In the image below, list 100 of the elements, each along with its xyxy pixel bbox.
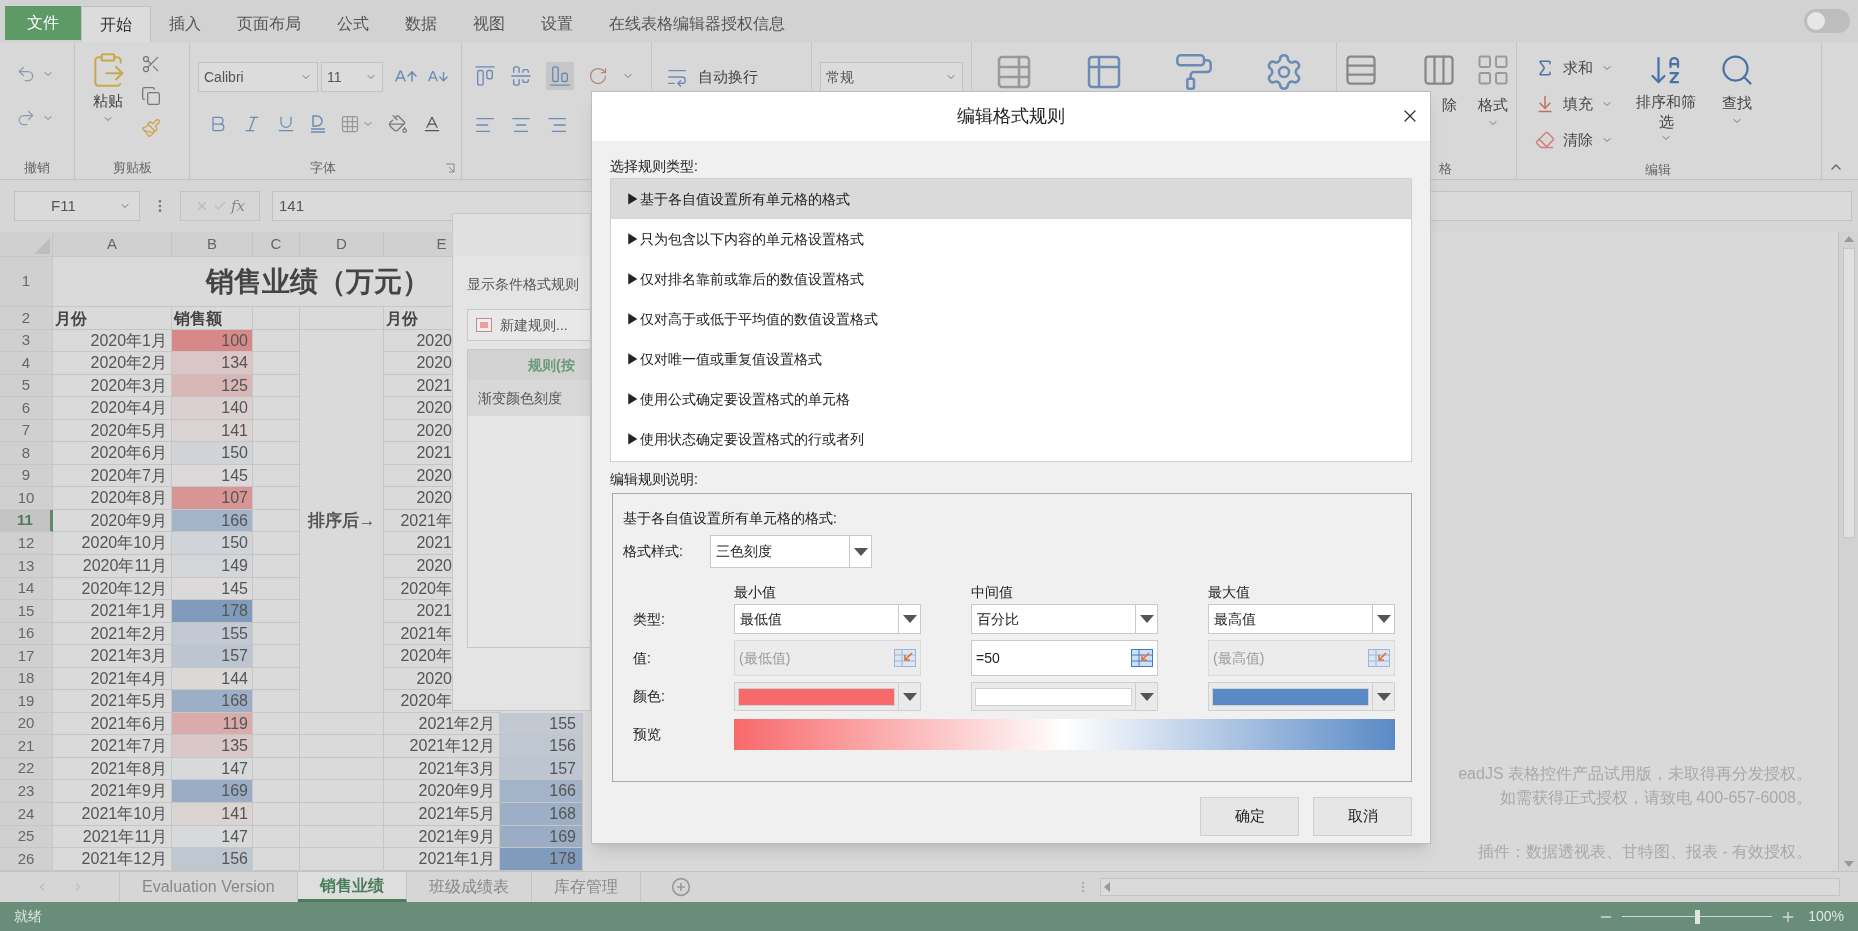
row-header[interactable]: 19 [0,690,53,713]
sort-filter-button[interactable]: 排序和筛选 [1631,50,1701,158]
row-header[interactable]: 16 [0,622,53,646]
underline-icon[interactable] [276,114,296,134]
ribbon-tab[interactable]: 开始 [81,6,151,42]
undo-icon[interactable] [16,64,36,84]
cancel-icon[interactable] [195,199,209,213]
rule-type-item[interactable]: ▶基于各自值设置所有单元格的格式 [611,179,1411,219]
caret-icon[interactable] [1139,692,1154,701]
row-header[interactable]: 21 [0,735,53,758]
font-select[interactable]: Calibri [198,62,318,92]
dialog-launcher-icon[interactable] [445,163,455,173]
ribbon-tab[interactable]: 插入 [151,6,219,42]
row-header[interactable]: 24 [0,803,53,826]
row-header[interactable]: 8 [0,442,53,465]
font-color-icon[interactable] [422,114,442,134]
row-header[interactable]: 26 [0,848,53,871]
range-picker-icon[interactable] [1131,649,1153,667]
scroll-up-icon[interactable] [1843,236,1854,242]
double-underline-icon[interactable] [310,114,326,134]
file-tab[interactable]: 文件 [5,6,81,40]
ribbon-tab[interactable]: 在线表格编辑器授权信息 [591,6,803,42]
row-header[interactable]: 17 [0,645,53,668]
caret-icon[interactable] [902,692,917,701]
zoom-slider[interactable] [1622,909,1773,924]
row-header[interactable]: 1 [0,257,53,307]
column-header[interactable]: A [53,232,172,257]
row-header[interactable]: 18 [0,667,53,691]
paste-button[interactable]: 粘贴 [89,50,127,157]
fill-color-icon[interactable] [388,114,408,134]
paint-roller-icon[interactable] [1174,52,1214,92]
row-header[interactable]: 3 [0,329,53,353]
slider-thumb[interactable] [1695,909,1701,924]
name-box[interactable]: F11 [14,191,140,221]
value-field[interactable]: =50 [971,640,1158,676]
row-header[interactable]: 11 [0,509,53,533]
scroll-down-icon[interactable] [1843,861,1854,867]
ribbon-tab[interactable]: 设置 [523,6,591,42]
ribbon-tab[interactable]: 页面布局 [219,6,319,42]
ribbon-tab[interactable]: 数据 [387,6,455,42]
horizontal-scrollbar[interactable] [1100,878,1840,896]
check-icon[interactable] [213,199,227,213]
type-select[interactable]: 百分比 [971,604,1158,634]
dialog-button[interactable]: 取消 [1313,797,1412,836]
align-bottom-icon[interactable] [549,65,571,87]
number-format-select[interactable]: 常规 [820,62,963,92]
row-header[interactable]: 7 [0,419,53,443]
clear-button[interactable]: 清除 [1535,122,1613,158]
align-middle-icon[interactable] [510,65,532,87]
sheet-tab[interactable]: 销售业绩 [297,872,407,902]
row-header[interactable]: 2 [0,307,53,330]
color-picker[interactable] [1208,682,1395,711]
row-header[interactable]: 5 [0,374,53,398]
caret-icon[interactable] [853,547,868,556]
fx-label[interactable]: fx [231,194,245,218]
redo-icon[interactable] [16,108,36,128]
copy-icon[interactable] [141,86,161,106]
dialog-button[interactable]: 确定 [1200,797,1299,836]
caret-icon[interactable] [1139,615,1154,623]
caret-icon[interactable] [1376,692,1391,701]
row-header[interactable]: 4 [0,352,53,375]
align-top-icon[interactable] [474,65,496,87]
row-header[interactable]: 25 [0,825,53,849]
column-header[interactable]: C [253,232,300,257]
row-header[interactable]: 22 [0,757,53,781]
format-button[interactable]: 格式 [1475,52,1511,157]
paintbrush-icon[interactable] [141,118,161,138]
column-header[interactable]: D [300,232,384,257]
row-header[interactable]: 20 [0,712,53,736]
vertical-scrollbar[interactable] [1838,232,1858,871]
row-header[interactable]: 10 [0,487,53,510]
scissors-icon[interactable] [141,54,161,74]
toggle-switch[interactable] [1804,9,1850,33]
caret-icon[interactable] [902,615,917,623]
color-picker[interactable] [734,682,921,711]
row-header[interactable]: 6 [0,397,53,420]
row-header[interactable]: 12 [0,532,53,555]
row-header[interactable]: 23 [0,780,53,804]
new-rule-button[interactable]: 新建规则... [467,309,590,341]
row-header[interactable]: 13 [0,555,53,578]
borders-icon[interactable] [340,114,360,134]
row-header[interactable]: 15 [0,600,53,623]
column-header[interactable]: B [172,232,253,257]
row-header[interactable]: 14 [0,577,53,601]
sum-button[interactable]: 求和 [1535,50,1613,86]
add-sheet-icon[interactable] [670,877,691,897]
wrap-text-button[interactable]: 自动换行 [666,66,758,89]
style-select[interactable]: 三色刻度 [710,535,872,568]
delete-cells-icon[interactable] [1421,52,1457,88]
insert-cells-icon[interactable] [1343,52,1379,88]
caret-icon[interactable] [1376,615,1391,623]
font-size-select[interactable]: 11 [321,62,383,92]
scroll-left-icon[interactable] [1104,882,1110,892]
rotate-icon[interactable] [588,66,608,86]
row-header[interactable]: 9 [0,464,53,488]
color-picker[interactable] [971,682,1158,711]
rule-row[interactable]: 渐变颜色刻度 [468,380,590,416]
ribbon-tab[interactable]: 公式 [319,6,387,42]
fill-button[interactable]: 填充 [1535,86,1613,122]
find-button[interactable]: 查找 [1719,50,1755,158]
